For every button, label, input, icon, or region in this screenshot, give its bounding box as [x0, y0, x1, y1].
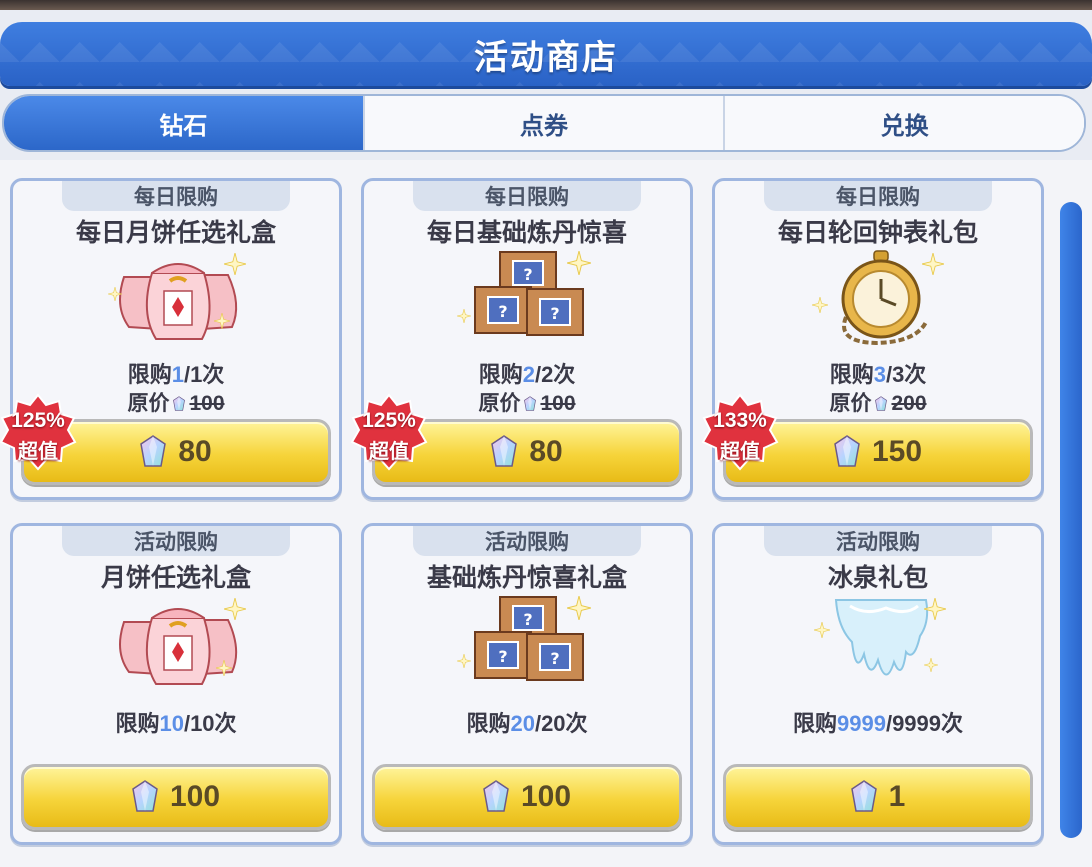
shop-header: 活动商店	[0, 22, 1092, 86]
purchase-limit: 限购9999/9999次	[792, 711, 964, 736]
buy-button[interactable]: 100	[372, 764, 682, 830]
diamond-icon	[483, 780, 509, 814]
diamond-icon	[851, 780, 877, 814]
diamond-icon	[834, 435, 860, 469]
value-badge: 125% 超值	[350, 393, 428, 471]
purchase-limit: 限购2/2次	[478, 362, 576, 387]
item-tag: 每日限购	[764, 181, 992, 211]
purchase-limit: 限购20/20次	[466, 711, 588, 736]
purchase-limit: 限购1/1次	[127, 362, 225, 387]
item-tag: 活动限购	[413, 526, 641, 556]
price-label: 100	[169, 780, 221, 813]
badge-label: 超值	[369, 441, 409, 463]
badge-percent: 125%	[11, 409, 65, 432]
item-tag: 活动限购	[764, 526, 992, 556]
shop-item-card[interactable]: 活动限购 月饼任选礼盒 限购10/10次 100	[10, 523, 342, 845]
diamond-icon	[491, 435, 517, 469]
item-name: 每日轮回钟表礼包	[777, 219, 978, 247]
tab-coupon[interactable]: 点券	[364, 96, 726, 150]
shop-item-card[interactable]: 活动限购 基础炼丹惊喜礼盒 限购20/20次 100	[361, 523, 693, 845]
item-tag: 每日限购	[62, 181, 290, 211]
badge-label: 超值	[720, 441, 760, 463]
item-name: 月饼任选礼盒	[100, 564, 251, 592]
diamond-icon	[173, 396, 185, 412]
purchase-limit: 限购3/3次	[829, 362, 927, 387]
ice-spring-icon	[814, 598, 946, 692]
shop-item-card[interactable]: 每日限购 每日月饼任选礼盒 限购1/1次 原价 100 80 125% 超值	[10, 178, 342, 500]
purchase-limit: 限购10/10次	[115, 711, 237, 736]
price-label: 80	[529, 435, 563, 468]
item-name: 每日基础炼丹惊喜	[426, 219, 627, 247]
shop-item-card[interactable]: 活动限购 冰泉礼包 限购9999/9999次 1	[712, 523, 1044, 845]
scrollbar[interactable]	[1060, 202, 1082, 838]
mystery-crates-icon	[457, 596, 591, 692]
mystery-crates-icon	[457, 251, 591, 347]
price-label: 80	[178, 435, 212, 468]
top-strip	[0, 0, 1092, 10]
mooncake-bags-icon	[108, 253, 246, 347]
currency-tabs: 钻石 点券 兑换	[2, 94, 1086, 152]
diamond-icon	[524, 396, 536, 412]
diamond-icon	[140, 435, 166, 469]
shop-item-card[interactable]: 每日限购 每日轮回钟表礼包 限购3/3次 原价 200 150 133% 超值	[712, 178, 1044, 500]
tab-diamond[interactable]: 钻石	[4, 96, 365, 150]
item-tag: 活动限购	[62, 526, 290, 556]
badge-label: 超值	[18, 441, 58, 463]
mooncake-bags-icon	[104, 598, 246, 692]
item-name: 冰泉礼包	[827, 564, 928, 592]
buy-button[interactable]: 1	[723, 764, 1033, 830]
pocket-watch-icon	[812, 247, 944, 347]
item-name: 基础炼丹惊喜礼盒	[426, 564, 627, 592]
price-label: 100	[520, 780, 572, 813]
scrollbar-thumb[interactable]	[1060, 202, 1082, 838]
badge-percent: 125%	[362, 409, 416, 432]
shop-item-card[interactable]: 每日限购 每日基础炼丹惊喜 限购2/2次 原价 100 80 125% 超值	[361, 178, 693, 500]
buy-button[interactable]: 100	[21, 764, 331, 830]
item-name: 每日月饼任选礼盒	[75, 219, 276, 247]
tab-exchange[interactable]: 兑换	[725, 96, 1084, 150]
price-label: 150	[871, 435, 923, 468]
value-badge: 133% 超值	[701, 393, 779, 471]
page-title: 活动商店	[474, 38, 618, 77]
value-badge: 125% 超值	[0, 393, 77, 471]
badge-percent: 133%	[713, 409, 767, 432]
diamond-icon	[132, 780, 158, 814]
item-tag: 每日限购	[413, 181, 641, 211]
price-label: 1	[888, 780, 906, 813]
diamond-icon	[875, 396, 887, 412]
